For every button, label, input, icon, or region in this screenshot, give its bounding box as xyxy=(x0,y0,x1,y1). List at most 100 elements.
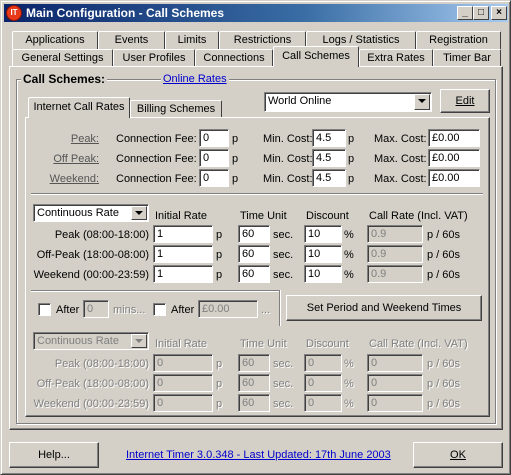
header2-time-unit: Time Unit xyxy=(240,338,287,350)
after-cost-label: After xyxy=(171,304,195,316)
set-period-weekend-times-button[interactable]: Set Period and Weekend Times xyxy=(286,295,482,321)
close-button[interactable]: × xyxy=(491,6,507,20)
window-title: Main Configuration - Call Schemes xyxy=(26,6,225,20)
offpeak2-discount-unit: % xyxy=(344,378,354,390)
chevron-down-icon[interactable] xyxy=(414,94,430,110)
header2-discount: Discount xyxy=(306,338,349,350)
peak-min-cost-input[interactable]: 4.5 xyxy=(312,129,346,147)
rate-type-select-value: Continuous Rate xyxy=(37,207,119,219)
version-link[interactable]: Internet Timer 3.0.348 - Last Updated: 1… xyxy=(126,448,391,462)
offpeak-initial-rate-input[interactable]: 1 xyxy=(153,245,213,263)
weekend-connection-fee-input[interactable]: 0 xyxy=(199,169,229,187)
offpeak-time-unit-input[interactable]: 60 xyxy=(238,245,270,263)
after-separator-left xyxy=(31,290,279,292)
after-mins-checkbox[interactable] xyxy=(38,303,51,316)
after-cost-checkbox[interactable] xyxy=(153,303,166,316)
header-call-rate: Call Rate (Incl. VAT) xyxy=(369,210,468,222)
offpeak-discount-unit: % xyxy=(344,249,354,261)
peak2-call-rate-field: 0 xyxy=(367,354,423,372)
weekend-discount-input[interactable]: 10 xyxy=(304,265,342,283)
peak-connection-fee-input[interactable]: 0 xyxy=(199,129,229,147)
weekend2-call-rate-field: 0 xyxy=(367,394,423,412)
peak-discount-input[interactable]: 10 xyxy=(304,225,342,243)
maximize-button[interactable]: □ xyxy=(473,6,489,20)
after-mins-label: After xyxy=(56,304,80,316)
rate2-row-peak-label: Peak (08:00-18:00) xyxy=(54,358,149,370)
offpeak2-discount-input: 0 xyxy=(304,374,342,392)
online-rates-link[interactable]: Online Rates xyxy=(161,72,229,86)
peak-initial-rate-unit: p xyxy=(216,229,223,241)
peak-max-cost-input[interactable]: £0.00 xyxy=(428,129,480,147)
offpeak-time-unit-label: sec. xyxy=(273,249,294,261)
tab-timer-bar[interactable]: Timer Bar xyxy=(433,49,501,67)
peak-time-unit-input[interactable]: 60 xyxy=(238,225,270,243)
fee-row-peak-max-label: Max. Cost: xyxy=(374,133,427,145)
tab-call-schemes[interactable]: Call Schemes xyxy=(273,46,359,67)
weekend2-time-unit-input: 60 xyxy=(238,394,270,412)
peak2-discount-unit: % xyxy=(344,358,354,370)
offpeak-call-rate-field: 0.9 xyxy=(367,245,423,263)
tab-user-profiles[interactable]: User Profiles xyxy=(113,49,195,67)
after-mins-input: 0 xyxy=(83,300,109,318)
offpeak-discount-input[interactable]: 10 xyxy=(304,245,342,263)
ok-button-label: OK xyxy=(450,449,466,461)
fee-row-peak-label: Peak: xyxy=(70,133,99,145)
isp-select[interactable]: World Online xyxy=(264,92,432,112)
tab-registration[interactable]: Registration xyxy=(416,31,501,49)
ok-button[interactable]: OK xyxy=(413,442,503,468)
weekend2-discount-unit: % xyxy=(344,398,354,410)
isp-select-value: World Online xyxy=(268,95,332,107)
rate1-row-offpeak-label: Off-Peak (18:00-08:00) xyxy=(36,249,149,261)
offpeak2-initial-rate-input: 0 xyxy=(153,374,213,392)
header2-call-rate: Call Rate (Incl. VAT) xyxy=(369,338,468,350)
tab-limits[interactable]: Limits xyxy=(165,31,219,49)
tab-events[interactable]: Events xyxy=(98,31,165,49)
weekend-min-cost-input[interactable]: 4.5 xyxy=(312,169,346,187)
rate-type-select[interactable]: Continuous Rate xyxy=(33,204,149,222)
title-bar[interactable]: IT Main Configuration - Call Schemes _ □… xyxy=(4,4,508,22)
peak-discount-unit: % xyxy=(344,229,354,241)
weekend-call-rate-unit: p / 60s xyxy=(427,269,461,281)
offpeak-connection-fee-input[interactable]: 0 xyxy=(199,149,229,167)
weekend-connection-fee-unit: p xyxy=(232,173,239,185)
weekend2-initial-rate-input: 0 xyxy=(153,394,213,412)
tab-applications[interactable]: Applications xyxy=(12,31,98,49)
header-discount: Discount xyxy=(306,210,349,222)
fee-row-offpeak-label: Off Peak: xyxy=(53,153,99,165)
weekend-max-cost-input[interactable]: £0.00 xyxy=(428,169,480,187)
rate1-row-weekend-label: Weekend (00:00-23:59) xyxy=(33,269,149,281)
call-schemes-label: Call Schemes: xyxy=(21,72,108,86)
weekend-call-rate-field: 0.9 xyxy=(367,265,423,283)
weekend2-discount-input: 0 xyxy=(304,394,342,412)
fee-row-offpeak-conn-label: Connection Fee: xyxy=(116,153,197,165)
minimize-button[interactable]: _ xyxy=(457,6,473,20)
after-cost-input: £0.00 xyxy=(198,300,258,318)
offpeak-max-cost-input[interactable]: £0.00 xyxy=(428,149,480,167)
subtab-billing-schemes[interactable]: Billing Schemes xyxy=(130,100,222,118)
header-time-unit: Time Unit xyxy=(240,210,287,222)
offpeak2-call-rate-unit: p / 60s xyxy=(427,378,461,390)
after-mins-unit: mins... xyxy=(113,304,146,316)
offpeak-min-cost-input[interactable]: 4.5 xyxy=(312,149,346,167)
offpeak-connection-fee-unit: p xyxy=(232,153,239,165)
tab-general-settings[interactable]: General Settings xyxy=(12,49,113,67)
edit-button[interactable]: Edit xyxy=(440,89,490,113)
help-button[interactable]: Help... xyxy=(9,442,99,468)
weekend-initial-rate-unit: p xyxy=(216,269,223,281)
chevron-down-icon xyxy=(131,334,147,348)
peak2-call-rate-unit: p / 60s xyxy=(427,358,461,370)
edit-button-label: Edit xyxy=(455,95,475,107)
fee-row-weekend-conn-label: Connection Fee: xyxy=(116,173,197,185)
subtab-internet-call-rates[interactable]: Internet Call Rates xyxy=(28,97,130,118)
weekend-time-unit-input[interactable]: 60 xyxy=(238,265,270,283)
weekend-initial-rate-input[interactable]: 1 xyxy=(153,265,213,283)
header2-initial-rate: Initial Rate xyxy=(155,338,207,350)
rate1-row-peak-label: Peak (08:00-18:00) xyxy=(54,229,149,241)
fee-row-weekend-max-label: Max. Cost: xyxy=(374,173,427,185)
rate-type-select-2: Continuous Rate xyxy=(33,332,149,350)
tab-connections[interactable]: Connections xyxy=(195,49,273,67)
tab-extra-rates[interactable]: Extra Rates xyxy=(359,49,433,67)
chevron-down-icon[interactable] xyxy=(131,206,147,220)
peak-initial-rate-input[interactable]: 1 xyxy=(153,225,213,243)
offpeak2-time-unit-input: 60 xyxy=(238,374,270,392)
